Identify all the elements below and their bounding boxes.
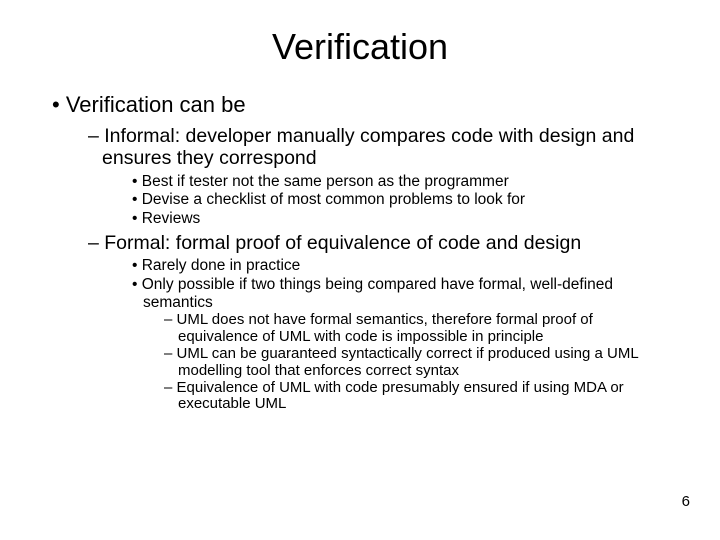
bullet-l3: Devise a checklist of most common proble… bbox=[132, 191, 672, 209]
bullet-l2: Formal: formal proof of equivalence of c… bbox=[88, 233, 672, 255]
bullet-l2: Informal: developer manually compares co… bbox=[88, 126, 672, 170]
bullet-l3: Rarely done in practice bbox=[132, 257, 672, 275]
page-number: 6 bbox=[682, 493, 690, 510]
bullet-l4: UML can be guaranteed syntactically corr… bbox=[164, 346, 672, 380]
bullet-l3: Best if tester not the same person as th… bbox=[132, 173, 672, 191]
bullet-l4: UML does not have formal semantics, ther… bbox=[164, 312, 672, 346]
slide-title: Verification bbox=[48, 26, 672, 68]
bullet-l4: Equivalence of UML with code presumably … bbox=[164, 380, 672, 414]
bullet-l3: Only possible if two things being compar… bbox=[132, 276, 672, 311]
bullet-l3: Reviews bbox=[132, 210, 672, 228]
bullet-l1: Verification can be bbox=[52, 92, 672, 118]
